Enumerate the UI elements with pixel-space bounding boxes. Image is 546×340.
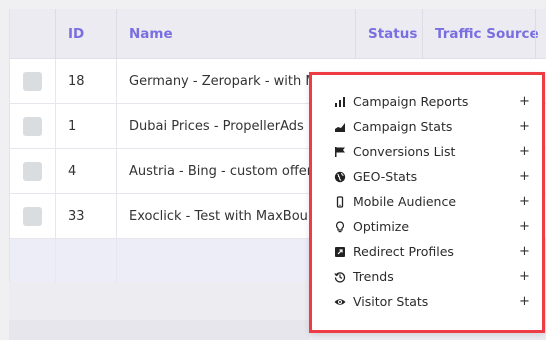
globe-icon xyxy=(334,171,346,183)
cell-divider xyxy=(116,239,117,282)
menu-item-label: Redirect Profiles xyxy=(353,244,454,259)
menu-item-visitor-stats[interactable]: Visitor Stats + xyxy=(328,291,530,313)
menu-item-campaign-stats[interactable]: Campaign Stats + xyxy=(328,116,530,138)
mobile-icon xyxy=(334,196,346,208)
expand-plus-icon[interactable]: + xyxy=(519,116,530,138)
row-id: 18 xyxy=(68,74,85,89)
header-divider xyxy=(535,9,536,59)
row-name[interactable]: Exoclick - Test with MaxBount xyxy=(129,194,339,239)
page: ID Name Status Traffic Source 18 Germany… xyxy=(0,0,546,340)
row-name[interactable]: Germany - Zeropark - with MV xyxy=(129,59,339,104)
menu-item-label: Trends xyxy=(353,269,394,284)
cell-divider xyxy=(55,59,56,103)
lightbulb-icon xyxy=(334,221,346,233)
row-checkbox[interactable] xyxy=(23,207,42,226)
row-id: 4 xyxy=(68,164,77,179)
menu-item-label: Optimize xyxy=(353,219,410,234)
expand-plus-icon[interactable]: + xyxy=(519,241,530,263)
expand-plus-icon[interactable]: + xyxy=(519,166,530,188)
header-divider xyxy=(355,9,356,59)
cell-divider xyxy=(116,149,117,193)
flag-icon xyxy=(334,146,346,158)
row-name[interactable]: Austria - Bing - custom offer xyxy=(129,149,339,194)
expand-plus-icon[interactable]: + xyxy=(519,91,530,113)
reports-dropdown-menu: Campaign Reports + Campaign Stats + Conv… xyxy=(309,72,545,333)
column-header-traffic-source[interactable]: Traffic Source xyxy=(435,9,539,59)
column-header-status[interactable]: Status xyxy=(368,9,417,59)
cell-divider xyxy=(116,194,117,238)
menu-item-label: GEO-Stats xyxy=(353,169,418,184)
bar-chart-icon xyxy=(334,96,346,108)
cell-divider xyxy=(116,104,117,148)
cell-divider xyxy=(116,59,117,103)
expand-plus-icon[interactable]: + xyxy=(519,191,530,213)
menu-item-campaign-reports[interactable]: Campaign Reports + xyxy=(328,91,530,113)
cell-divider xyxy=(55,149,56,193)
menu-item-label: Campaign Stats xyxy=(353,119,453,134)
cell-divider xyxy=(55,104,56,148)
header-divider xyxy=(422,9,423,59)
menu-item-label: Conversions List xyxy=(353,144,456,159)
column-header-id[interactable]: ID xyxy=(68,9,84,59)
menu-item-label: Mobile Audience xyxy=(353,194,457,209)
column-header-name[interactable]: Name xyxy=(129,9,173,59)
row-name[interactable]: Dubai Prices - PropellerAds xyxy=(129,104,339,149)
menu-item-geo-stats[interactable]: GEO-Stats + xyxy=(328,166,530,188)
header-divider xyxy=(55,9,56,59)
cell-divider xyxy=(55,239,56,282)
cell-divider xyxy=(55,194,56,238)
row-id: 33 xyxy=(68,209,85,224)
menu-item-redirect-profiles[interactable]: Redirect Profiles + xyxy=(328,241,530,263)
row-checkbox[interactable] xyxy=(23,117,42,136)
menu-item-label: Visitor Stats xyxy=(353,294,429,309)
redirect-icon xyxy=(334,246,346,258)
menu-item-mobile-audience[interactable]: Mobile Audience + xyxy=(328,191,530,213)
menu-item-optimize[interactable]: Optimize + xyxy=(328,216,530,238)
eye-icon xyxy=(334,296,346,308)
history-icon xyxy=(334,271,346,283)
expand-plus-icon[interactable]: + xyxy=(519,266,530,288)
expand-plus-icon[interactable]: + xyxy=(519,291,530,313)
menu-item-trends[interactable]: Trends + xyxy=(328,266,530,288)
row-checkbox[interactable] xyxy=(23,72,42,91)
area-chart-icon xyxy=(334,121,346,133)
header-divider xyxy=(116,9,117,59)
row-id: 1 xyxy=(68,119,77,134)
menu-item-conversions-list[interactable]: Conversions List + xyxy=(328,141,530,163)
expand-plus-icon[interactable]: + xyxy=(519,141,530,163)
table-header: ID Name Status Traffic Source xyxy=(10,9,546,59)
expand-plus-icon[interactable]: + xyxy=(519,216,530,238)
row-checkbox[interactable] xyxy=(23,162,42,181)
menu-item-label: Campaign Reports xyxy=(353,94,469,109)
